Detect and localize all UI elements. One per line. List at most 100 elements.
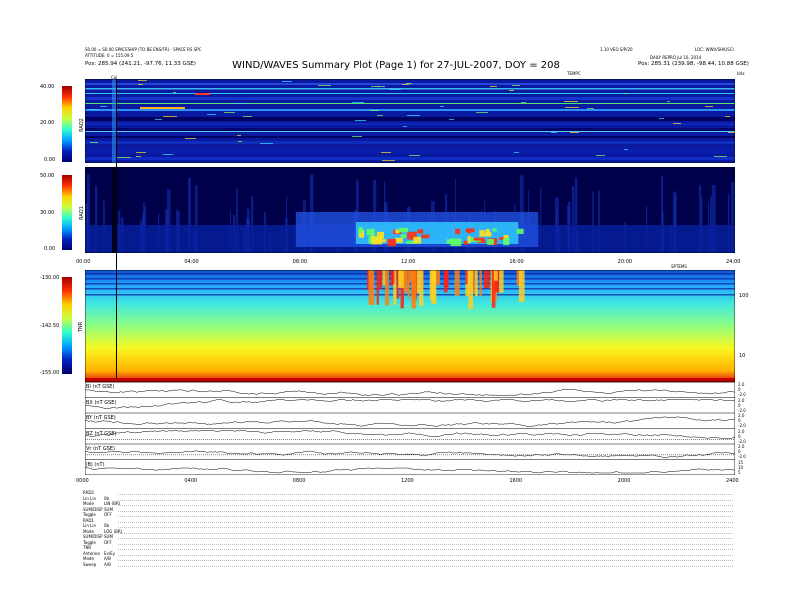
rad2-speckle xyxy=(389,89,401,90)
x-tick-label: 24:00 xyxy=(726,259,741,265)
rad2-speckle xyxy=(587,108,594,109)
tnr-cbar-tick-top: -130.00 xyxy=(40,275,60,281)
rad2-spectrogram xyxy=(85,79,735,163)
tnr-band xyxy=(85,288,735,290)
legend-key: Toggle xyxy=(83,539,96,545)
rad2-speckle xyxy=(512,85,520,86)
rad2-speckle xyxy=(728,132,735,133)
rad2-speckle xyxy=(138,80,147,81)
rad2-speckle xyxy=(490,86,497,87)
rad2-speckle xyxy=(659,118,664,119)
page-title: WIND/WAVES Summary Plot (Page 1) for 27-… xyxy=(232,60,560,71)
rad1-burst-spot xyxy=(516,228,524,234)
rad2-speckle xyxy=(407,115,420,116)
legend-dotted-row xyxy=(118,494,733,495)
x-tick-label: 08:00 xyxy=(292,259,308,265)
rad2-band xyxy=(85,109,735,111)
rad1-burst-spot xyxy=(421,234,430,239)
rad1-cbar-tick-mid: 30.00 xyxy=(40,210,55,216)
rad2-band xyxy=(85,88,735,90)
tnr-burst xyxy=(474,270,478,297)
x-tick-label: 04:00 xyxy=(184,259,199,265)
tnr-background xyxy=(85,270,735,382)
tnr-right-tick-100: 100 xyxy=(739,293,749,299)
cal-marker-line xyxy=(116,79,117,379)
rad2-speckle xyxy=(382,160,395,161)
rad2-colorbar xyxy=(62,86,72,162)
rad2-speckle xyxy=(406,83,412,84)
x-tick-label: 00:00 xyxy=(76,259,91,265)
line-right-tick: 5 xyxy=(738,469,741,475)
legend-dotted-row xyxy=(118,521,733,523)
rad2-band xyxy=(85,97,735,100)
rad1-burst-spot xyxy=(417,229,424,234)
legend-key: SUM/DISP xyxy=(83,534,103,539)
legend-key: RAD1 xyxy=(83,517,94,523)
rad2-band xyxy=(85,128,735,131)
rad2-speckle xyxy=(136,156,141,157)
rad2-speckle xyxy=(89,109,99,110)
legend-dotted-row xyxy=(118,532,733,534)
tnr-band xyxy=(85,283,735,285)
rad2-speckle xyxy=(402,84,409,85)
legend-value: SUM xyxy=(104,506,113,512)
rad1-burst-spot xyxy=(465,228,475,233)
rad2-band xyxy=(85,103,735,104)
legend-dotted-row xyxy=(118,505,733,506)
legend-dotted-row xyxy=(118,554,733,556)
tnr-burst xyxy=(392,270,395,284)
rad2-speckle xyxy=(705,106,713,107)
header-left-line2: ATTITUDE: 0 = 155.09.5 xyxy=(85,53,134,58)
rad2-speckle xyxy=(476,112,488,113)
rad1-burst-spot xyxy=(358,227,363,234)
rad2-speckle xyxy=(514,152,519,153)
legend-key: RAD2 xyxy=(83,490,94,495)
rad2-hot-streak xyxy=(195,93,210,95)
rad2-hot-streak xyxy=(140,107,185,109)
rad2-band xyxy=(85,117,735,121)
tnr-burst xyxy=(431,270,437,305)
rad1-burst-spot xyxy=(446,239,455,244)
rad1-burst-spot xyxy=(400,234,407,238)
line-row-label: |B| (nT) xyxy=(86,461,105,468)
tnr-burst xyxy=(493,270,498,281)
tnr-cbar-tick-bot: -155.00 xyxy=(40,370,60,376)
legend-key: Mode xyxy=(83,556,94,561)
rad2-speckle xyxy=(403,126,407,127)
legend-key: TNR xyxy=(83,545,92,550)
x-tick-label: 2400 xyxy=(726,478,739,484)
rad2-speckle xyxy=(260,143,273,144)
tnr-top-right-label: SPTEMS xyxy=(671,264,687,269)
rad2-speckle xyxy=(138,84,143,85)
rad2-speckle xyxy=(409,155,420,156)
legend-dotted-row xyxy=(118,538,733,539)
legend-value: OFF xyxy=(104,512,112,517)
rad2-speckle xyxy=(163,116,177,117)
rad2-speckle xyxy=(155,119,162,120)
rad2-speckle xyxy=(185,138,196,139)
x-tick-label: 12:00 xyxy=(401,259,416,265)
x-tick-label: 2000 xyxy=(617,478,631,484)
legend-key: Lin Lin xyxy=(83,523,97,528)
rad2-speckle xyxy=(207,114,216,115)
line-row-label: BY (nT GSE) xyxy=(86,415,116,421)
rad2-speckle xyxy=(243,116,252,117)
tnr-burst xyxy=(403,270,407,292)
rad2-speckle xyxy=(318,85,331,86)
rad2-speckle xyxy=(355,120,366,121)
rad2-speckle xyxy=(596,155,605,156)
rad2-speckle xyxy=(714,156,727,157)
rad2-cbar-tick-top: 40.00 xyxy=(40,84,55,90)
tnr-band xyxy=(85,294,735,296)
legend-key: Sweep xyxy=(83,561,97,567)
tnr-right-tick-10: 10 xyxy=(739,353,746,359)
x-tick-label: 0400 xyxy=(184,478,198,484)
legend-key: Toggle xyxy=(83,512,96,517)
legend-value: 0b xyxy=(104,523,110,528)
rad2-speckle xyxy=(673,123,681,124)
tnr-burst xyxy=(376,270,379,305)
rad2-speckle xyxy=(449,119,454,120)
rad2-speckle xyxy=(352,102,364,103)
rad2-speckle xyxy=(624,149,628,150)
rad1-colorbar xyxy=(62,175,72,250)
